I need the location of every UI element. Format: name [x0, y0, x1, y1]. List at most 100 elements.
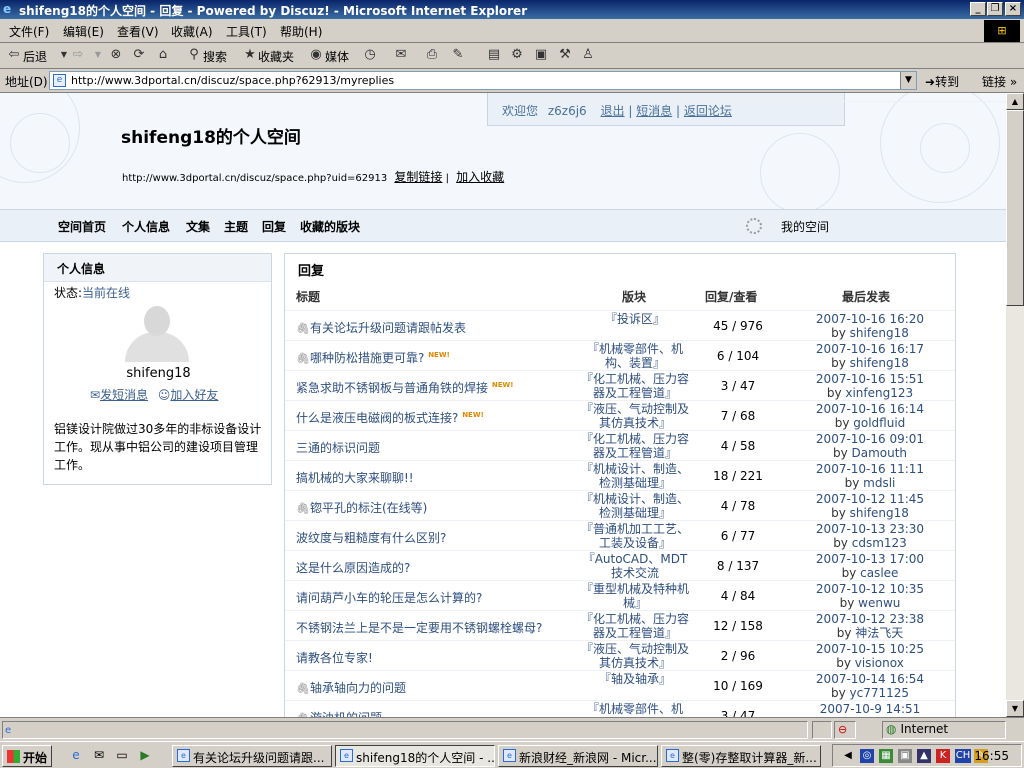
reply-title-link[interactable]: 哪种防松措施更可靠?: [310, 351, 424, 365]
taskbar-task[interactable]: e shifeng18的个人空间 - ...: [335, 745, 495, 767]
nav-fav-forums[interactable]: 收藏的版块: [300, 218, 360, 235]
forward-arrow-icon[interactable]: ⇨: [70, 47, 86, 63]
last-post-author[interactable]: caslee: [860, 566, 898, 580]
menu-help[interactable]: 帮助(H): [280, 23, 322, 40]
address-input[interactable]: e http://www.3dportal.cn/discuz/space.ph…: [49, 71, 917, 90]
reply-title-link[interactable]: 三通的标识问题: [296, 441, 380, 455]
reply-forum-link[interactable]: 『化工机械、压力容器及工程管道』: [580, 372, 690, 400]
reply-forum-link[interactable]: 『机械设计、制造、检测基础理』: [580, 492, 690, 520]
vertical-scrollbar[interactable]: ▲ ▼: [1006, 93, 1024, 717]
last-post-date[interactable]: 2007-10-16 16:14: [795, 402, 945, 416]
restore-button[interactable]: ❐: [987, 2, 1003, 16]
reply-title-link[interactable]: 锪平孔的标注(在线等): [310, 501, 427, 515]
nav-home[interactable]: 空间首页: [58, 218, 106, 235]
nav-topics[interactable]: 主题: [224, 218, 248, 235]
back-button[interactable]: 后退: [23, 48, 47, 65]
reply-title-link[interactable]: 这是什么原因造成的?: [296, 561, 410, 575]
add-friend-link[interactable]: 加入好友: [170, 388, 218, 402]
tray-icon[interactable]: ▣: [898, 749, 912, 763]
reply-title-link[interactable]: 搞机械的大家来聊聊!!: [296, 471, 414, 485]
scroll-up-icon[interactable]: ▲: [1006, 93, 1024, 110]
research-icon[interactable]: ⚙: [509, 47, 525, 63]
reply-title-link[interactable]: 波纹度与粗糙度有什么区别?: [296, 531, 446, 545]
last-post-date[interactable]: 2007-10-16 09:01: [795, 432, 945, 446]
stop-icon[interactable]: ⊗: [108, 47, 124, 63]
reply-forum-link[interactable]: 『投诉区』: [580, 312, 690, 326]
minimize-button[interactable]: _: [970, 2, 986, 16]
favorites-button[interactable]: 收藏夹: [258, 48, 294, 65]
add-favorite-link[interactable]: 加入收藏: [456, 170, 504, 184]
desktop-quicklaunch-icon[interactable]: ▭: [114, 747, 130, 763]
last-post-date[interactable]: 2007-10-16 16:20: [795, 312, 945, 326]
media-button[interactable]: 媒体: [325, 48, 349, 65]
reply-forum-link[interactable]: 『AutoCAD、MDT 技术交流: [580, 552, 690, 580]
reply-forum-link[interactable]: 『重型机械及特种机械』: [580, 582, 690, 610]
reply-forum-link[interactable]: 『化工机械、压力容器及工程管道』: [580, 612, 690, 640]
menu-tools[interactable]: 工具(T): [226, 23, 267, 40]
address-dropdown-icon[interactable]: ▼: [900, 72, 916, 89]
refresh-icon[interactable]: ⟳: [131, 47, 147, 63]
last-post-date[interactable]: 2007-10-12 23:38: [795, 612, 945, 626]
forward-dropdown-icon[interactable]: ▼: [90, 47, 106, 63]
ie-quicklaunch-icon[interactable]: e: [68, 747, 84, 763]
copy-link-button[interactable]: 复制链接: [394, 170, 442, 184]
antivirus-icon[interactable]: ▲: [917, 749, 931, 763]
last-post-author[interactable]: 神法飞天: [855, 626, 903, 640]
last-post-date[interactable]: 2007-10-15 10:25: [795, 642, 945, 656]
discuss-icon[interactable]: ▤: [486, 47, 502, 63]
logout-link[interactable]: 退出: [601, 104, 625, 118]
reply-forum-link[interactable]: 『轴及轴承』: [580, 672, 690, 686]
pm-link[interactable]: 短消息: [636, 104, 672, 118]
reply-title-link[interactable]: 不锈钢法兰上是不是一定要用不锈钢螺栓螺母?: [296, 621, 542, 635]
tool-icon[interactable]: ⚒: [557, 47, 573, 63]
send-pm-link[interactable]: 发短消息: [100, 388, 148, 402]
network-icon[interactable]: ▦: [879, 749, 893, 763]
reply-forum-link[interactable]: 『液压、气动控制及其仿真技术』: [580, 402, 690, 430]
messenger-icon[interactable]: ▣: [533, 47, 549, 63]
go-button[interactable]: ➜转到: [925, 73, 959, 90]
last-post-date[interactable]: 2007-10-13 17:00: [795, 552, 945, 566]
links-button[interactable]: 链接 »: [982, 73, 1017, 90]
mail-icon[interactable]: ✉: [393, 47, 409, 63]
taskbar-task[interactable]: e 新浪财经_新浪网 - Micr...: [498, 745, 658, 767]
reply-forum-link[interactable]: 『普通机加工工艺、工装及设备』: [580, 522, 690, 550]
last-post-author[interactable]: xinfeng123: [845, 386, 913, 400]
nav-replies[interactable]: 回复: [262, 218, 286, 235]
reply-title-link[interactable]: 有关论坛升级问题请跟帖发表: [310, 321, 466, 335]
language-icon[interactable]: CH: [955, 749, 971, 763]
reply-forum-link[interactable]: 『机械零部件、机: [580, 702, 690, 716]
last-post-date[interactable]: 2007-10-13 23:30: [795, 522, 945, 536]
last-post-author[interactable]: Damouth: [852, 446, 908, 460]
reply-title-link[interactable]: 请问葫芦小车的轮压是怎么计算的?: [296, 591, 482, 605]
last-post-author[interactable]: visionox: [855, 656, 904, 670]
last-post-author[interactable]: shifeng18: [850, 326, 909, 340]
window-titlebar[interactable]: e shifeng18的个人空间 - 回复 - Powered by Discu…: [0, 0, 1024, 19]
outlook-quicklaunch-icon[interactable]: ✉: [91, 747, 107, 763]
last-post-author[interactable]: shifeng18: [850, 506, 909, 520]
user-icon[interactable]: ♙: [580, 47, 596, 63]
start-button[interactable]: 开始: [2, 745, 52, 767]
last-post-date[interactable]: 2007-10-16 11:11: [795, 462, 945, 476]
history-icon[interactable]: ◷: [362, 47, 378, 63]
taskbar-task[interactable]: e 整(零)存整取计算器_新...: [661, 745, 821, 767]
last-post-date[interactable]: 2007-10-14 16:54: [795, 672, 945, 686]
last-post-date[interactable]: 2007-10-9 14:51: [795, 702, 945, 716]
edit-icon[interactable]: ✎: [450, 47, 466, 63]
scroll-down-icon[interactable]: ▼: [1006, 700, 1024, 717]
last-post-date[interactable]: 2007-10-12 10:35: [795, 582, 945, 596]
menu-favorites[interactable]: 收藏(A): [171, 23, 213, 40]
scroll-thumb[interactable]: [1006, 110, 1024, 306]
last-post-author[interactable]: goldfluid: [853, 416, 905, 430]
reply-title-link[interactable]: 请教各位专家!: [296, 651, 373, 665]
reply-title-link[interactable]: 什么是液压电磁阀的板式连接?: [296, 411, 458, 425]
media-icon[interactable]: ◉: [308, 47, 324, 63]
search-icon[interactable]: ⚲: [186, 47, 202, 63]
close-button[interactable]: ×: [1005, 2, 1021, 16]
back-to-forum-link[interactable]: 返回论坛: [684, 104, 732, 118]
kingsoft-icon[interactable]: K: [936, 749, 950, 763]
reply-forum-link[interactable]: 『液压、气动控制及其仿真技术』: [580, 642, 690, 670]
reply-forum-link[interactable]: 『化工机械、压力容器及工程管道』: [580, 432, 690, 460]
last-post-date[interactable]: 2007-10-16 15:51: [795, 372, 945, 386]
nav-articles[interactable]: 文集: [186, 218, 210, 235]
reply-forum-link[interactable]: 『机械设计、制造、检测基础理』: [580, 462, 690, 490]
